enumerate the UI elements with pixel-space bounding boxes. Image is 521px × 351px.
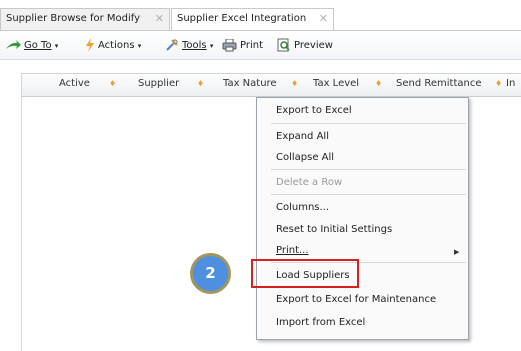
dropdown-icon: ▾ <box>137 42 142 50</box>
menu-item-reset-to-initial-settings[interactable]: Reset to Initial Settings <box>276 224 392 235</box>
grid-header: Active ♦ Supplier ♦ Tax Nature ♦ Tax Lev… <box>21 73 521 97</box>
tools-menu[interactable]: Tools ▾ <box>182 38 213 54</box>
column-label: Tax Level <box>313 78 360 89</box>
step-badge: 2 <box>190 253 231 294</box>
actions-lightning-icon <box>86 38 94 52</box>
tab-label: Supplier Browse for Modify <box>6 13 141 24</box>
tab-supplier-browse[interactable]: Supplier Browse for Modify ✕ <box>0 8 170 30</box>
menu-item-import-from-excel[interactable]: Import from Excel <box>276 317 365 328</box>
column-header-in[interactable]: In <box>506 78 515 89</box>
column-label: Send Remittance <box>396 78 482 89</box>
column-header-active[interactable]: Active ♦ <box>59 78 116 89</box>
dropdown-icon: ▾ <box>54 42 59 50</box>
tools-label: Tools <box>182 40 207 51</box>
column-header-supplier[interactable]: Supplier ♦ <box>138 78 204 89</box>
menu-item-export-to-excel-for-maintenance[interactable]: Export to Excel for Maintenance <box>276 294 436 305</box>
menu-item-columns[interactable]: Columns... <box>276 202 329 213</box>
preview-label: Preview <box>294 40 333 51</box>
goto-menu[interactable]: Go To ▾ <box>24 38 58 54</box>
menu-separator <box>271 169 466 170</box>
tab-bar: Supplier Browse for Modify ✕ Supplier Ex… <box>0 0 521 31</box>
sort-icon: ♦ <box>197 79 205 88</box>
tab-label: Supplier Excel Integration <box>177 13 307 24</box>
menu-item-label: Print... <box>276 245 309 256</box>
menu-item-collapse-all[interactable]: Collapse All <box>276 152 334 163</box>
submenu-arrow-icon: ▶ <box>454 248 460 256</box>
sort-icon: ♦ <box>109 79 117 88</box>
column-label: Supplier <box>138 78 180 89</box>
column-label: In <box>506 78 516 89</box>
printer-icon <box>222 39 237 52</box>
preview-icon <box>277 38 290 52</box>
goto-label: Go To <box>24 40 52 51</box>
preview-button[interactable]: Preview <box>294 38 333 54</box>
print-button[interactable]: Print <box>240 38 263 54</box>
sort-icon: ♦ <box>291 79 299 88</box>
column-label: Active <box>59 78 90 89</box>
toolbar: Go To ▾ Actions ▾ Tools ▾ Print Preview <box>0 30 521 60</box>
sort-icon: ♦ <box>375 79 383 88</box>
column-header-send-remittance[interactable]: Send Remittance ♦ <box>396 78 502 89</box>
grid-border <box>21 97 22 351</box>
column-label: Tax Nature <box>223 78 277 89</box>
actions-label: Actions <box>98 40 135 51</box>
context-menu: Export to Excel Expand All Collapse All … <box>256 97 469 340</box>
menu-separator <box>271 123 466 124</box>
close-icon[interactable]: ✕ <box>155 9 164 29</box>
dropdown-icon: ▾ <box>209 42 214 50</box>
column-header-tax-level[interactable]: Tax Level ♦ <box>313 78 382 89</box>
tools-icon <box>166 39 178 51</box>
close-icon[interactable]: ✕ <box>319 9 328 29</box>
menu-separator <box>271 194 466 195</box>
tab-supplier-excel-integration[interactable]: Supplier Excel Integration ✕ <box>171 8 334 31</box>
column-header-tax-nature[interactable]: Tax Nature ♦ <box>223 78 298 89</box>
menu-item-delete-a-row: Delete a Row <box>276 177 343 188</box>
highlight-box <box>251 259 359 288</box>
menu-item-expand-all[interactable]: Expand All <box>276 131 329 142</box>
print-label: Print <box>240 40 264 51</box>
menu-item-export-to-excel[interactable]: Export to Excel <box>276 105 352 116</box>
actions-menu[interactable]: Actions ▾ <box>98 38 141 54</box>
sort-icon: ♦ <box>495 79 503 88</box>
menu-item-print[interactable]: Print... <box>276 245 309 256</box>
goto-arrow-icon <box>6 40 21 49</box>
